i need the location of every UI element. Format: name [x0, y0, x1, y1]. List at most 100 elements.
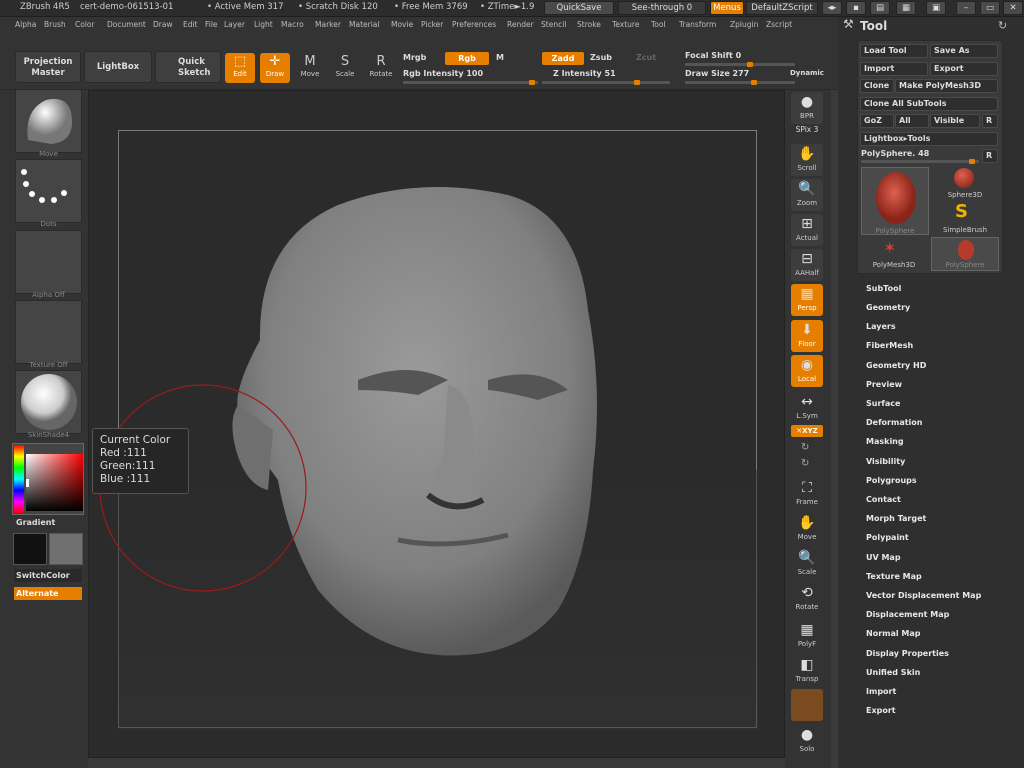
aahalf-button[interactable]: ⊟ AAHalf	[791, 249, 823, 281]
main-color-swatch[interactable]	[13, 533, 47, 565]
menu-brush[interactable]: Brush	[44, 20, 66, 29]
all-button[interactable]: All	[895, 114, 929, 128]
menu-stroke[interactable]: Stroke	[577, 20, 601, 29]
menu-document[interactable]: Document	[107, 20, 146, 29]
actual-button[interactable]: ⊞ Actual	[791, 214, 823, 246]
zadd-button[interactable]: Zadd	[542, 52, 584, 65]
polyf-button[interactable]: ▦ PolyF	[791, 620, 823, 652]
submenu-subtool[interactable]: SubTool	[866, 284, 901, 293]
brush-thumbnail[interactable]	[15, 89, 82, 153]
menu-preferences[interactable]: Preferences	[452, 20, 496, 29]
switch-color-button[interactable]: SwitchColor	[14, 569, 82, 582]
spix-slider[interactable]: SPix 3	[791, 125, 823, 134]
refresh-icon[interactable]: ↻	[998, 19, 1007, 32]
clone-button[interactable]: Clone	[860, 79, 894, 93]
submenu-polypaint[interactable]: Polypaint	[866, 533, 909, 542]
lock-icon[interactable]: ▣	[926, 1, 946, 15]
menu-file[interactable]: File	[205, 20, 218, 29]
simplebrush-icon[interactable]: S	[955, 203, 968, 221]
persp-button[interactable]: ▦ Persp	[791, 284, 823, 316]
submenu-import[interactable]: Import	[866, 687, 896, 696]
menu-texture[interactable]: Texture	[612, 20, 639, 29]
menu-zplugin[interactable]: Zplugin	[730, 20, 758, 29]
submenu-vector-displacement-map[interactable]: Vector Displacement Map	[866, 591, 981, 600]
close-icon[interactable]: ✕	[1003, 1, 1023, 15]
visible-button[interactable]: Visible	[930, 114, 980, 128]
solo-button[interactable]: ● Solo	[791, 725, 823, 757]
rotate-z-icon[interactable]: ↻	[801, 458, 809, 469]
menu-draw[interactable]: Draw	[153, 20, 173, 29]
scale-button[interactable]: S Scale	[330, 53, 360, 83]
move-button[interactable]: M Move	[295, 53, 325, 83]
projection-master-button[interactable]: Projection Master	[15, 51, 81, 83]
lightbox-tools-button[interactable]: Lightbox▸Tools	[860, 132, 998, 146]
menu-light[interactable]: Light	[254, 20, 273, 29]
submenu-geometry-hd[interactable]: Geometry HD	[866, 361, 926, 370]
transp-button[interactable]: ◧ Transp	[791, 655, 823, 687]
submenu-unified-skin[interactable]: Unified Skin	[866, 668, 920, 677]
default-zscript-button[interactable]: DefaultZScript	[746, 1, 818, 15]
clone-all-subtools-button[interactable]: Clone All SubTools	[860, 97, 998, 111]
submenu-texture-map[interactable]: Texture Map	[866, 572, 922, 581]
ghost-button[interactable]	[791, 689, 823, 721]
focal-shift-slider[interactable]	[685, 62, 795, 67]
color-picker[interactable]	[12, 443, 84, 515]
scroll-button[interactable]: ✋ Scroll	[791, 144, 823, 176]
m-button[interactable]: M	[496, 53, 504, 62]
floor-button[interactable]: ⬇ Floor	[791, 320, 823, 352]
restore-icon[interactable]: ▭	[980, 1, 1000, 15]
quicksave-button[interactable]: QuickSave	[544, 1, 614, 15]
submenu-contact[interactable]: Contact	[866, 495, 901, 504]
menu-tool[interactable]: Tool	[651, 20, 666, 29]
see-through-slider[interactable]: See-through 0	[618, 1, 706, 15]
submenu-displacement-map[interactable]: Displacement Map	[866, 610, 949, 619]
sphere3d-icon[interactable]	[954, 168, 974, 188]
export-button[interactable]: Export	[930, 62, 998, 76]
menu-render[interactable]: Render	[507, 20, 534, 29]
lightbox-button[interactable]: LightBox	[84, 51, 152, 83]
dynamic-toggle[interactable]: Dynamic	[790, 69, 824, 77]
bpr-button[interactable]: ● BPR	[791, 92, 823, 124]
rgb-intensity-slider[interactable]	[403, 80, 538, 85]
menu-picker[interactable]: Picker	[421, 20, 443, 29]
palette-icon[interactable]: ▪	[846, 1, 866, 15]
gradient-toggle[interactable]: Gradient	[16, 518, 55, 527]
menu-layer[interactable]: Layer	[224, 20, 245, 29]
submenu-surface[interactable]: Surface	[866, 399, 900, 408]
lsym-button[interactable]: ↔ L.Sym	[791, 392, 823, 424]
alternate-button[interactable]: Alternate	[14, 587, 82, 600]
menu-marker[interactable]: Marker	[315, 20, 341, 29]
r-button[interactable]: R	[982, 114, 998, 128]
quick-sketch-button[interactable]: Quick Sketch	[155, 51, 221, 83]
tool-title[interactable]: Tool	[860, 19, 887, 33]
mrgb-button[interactable]: Mrgb	[403, 53, 426, 62]
submenu-export[interactable]: Export	[866, 706, 896, 715]
draw-button[interactable]: ✛ Draw	[260, 53, 290, 83]
xyz-button[interactable]: ✕XYZ	[791, 425, 823, 437]
polymesh3d-star-icon[interactable]: ✶	[883, 238, 896, 257]
alpha-thumbnail[interactable]	[15, 230, 82, 294]
menu-movie[interactable]: Movie	[391, 20, 413, 29]
save-as-button[interactable]: Save As	[930, 44, 998, 58]
rgb-button[interactable]: Rgb	[445, 52, 489, 65]
menu-color[interactable]: Color	[75, 20, 95, 29]
zsub-button[interactable]: Zsub	[590, 53, 612, 62]
edit-button[interactable]: ⬚ Edit	[225, 53, 255, 83]
move-view-button[interactable]: ✋ Move	[791, 513, 823, 545]
polysphere-tool-thumb[interactable]	[861, 167, 929, 235]
layout-icon[interactable]: ▤	[870, 1, 890, 15]
goz-button[interactable]: GoZ	[860, 114, 894, 128]
local-button[interactable]: ◉ Local	[791, 355, 823, 387]
submenu-morph-target[interactable]: Morph Target	[866, 514, 926, 523]
make-polymesh3d-button[interactable]: Make PolyMesh3D	[895, 79, 998, 93]
stroke-thumbnail[interactable]	[15, 159, 82, 223]
minimize-icon[interactable]: –	[956, 1, 976, 15]
layout-alt-icon[interactable]: ▦	[896, 1, 916, 15]
frame-button[interactable]: ⛶ Frame	[791, 478, 823, 510]
material-thumbnail[interactable]	[15, 370, 82, 434]
z-intensity-slider[interactable]	[542, 80, 670, 85]
saturation-square[interactable]	[26, 454, 83, 511]
menu-edit[interactable]: Edit	[183, 20, 198, 29]
submenu-preview[interactable]: Preview	[866, 380, 902, 389]
submenu-layers[interactable]: Layers	[866, 322, 896, 331]
